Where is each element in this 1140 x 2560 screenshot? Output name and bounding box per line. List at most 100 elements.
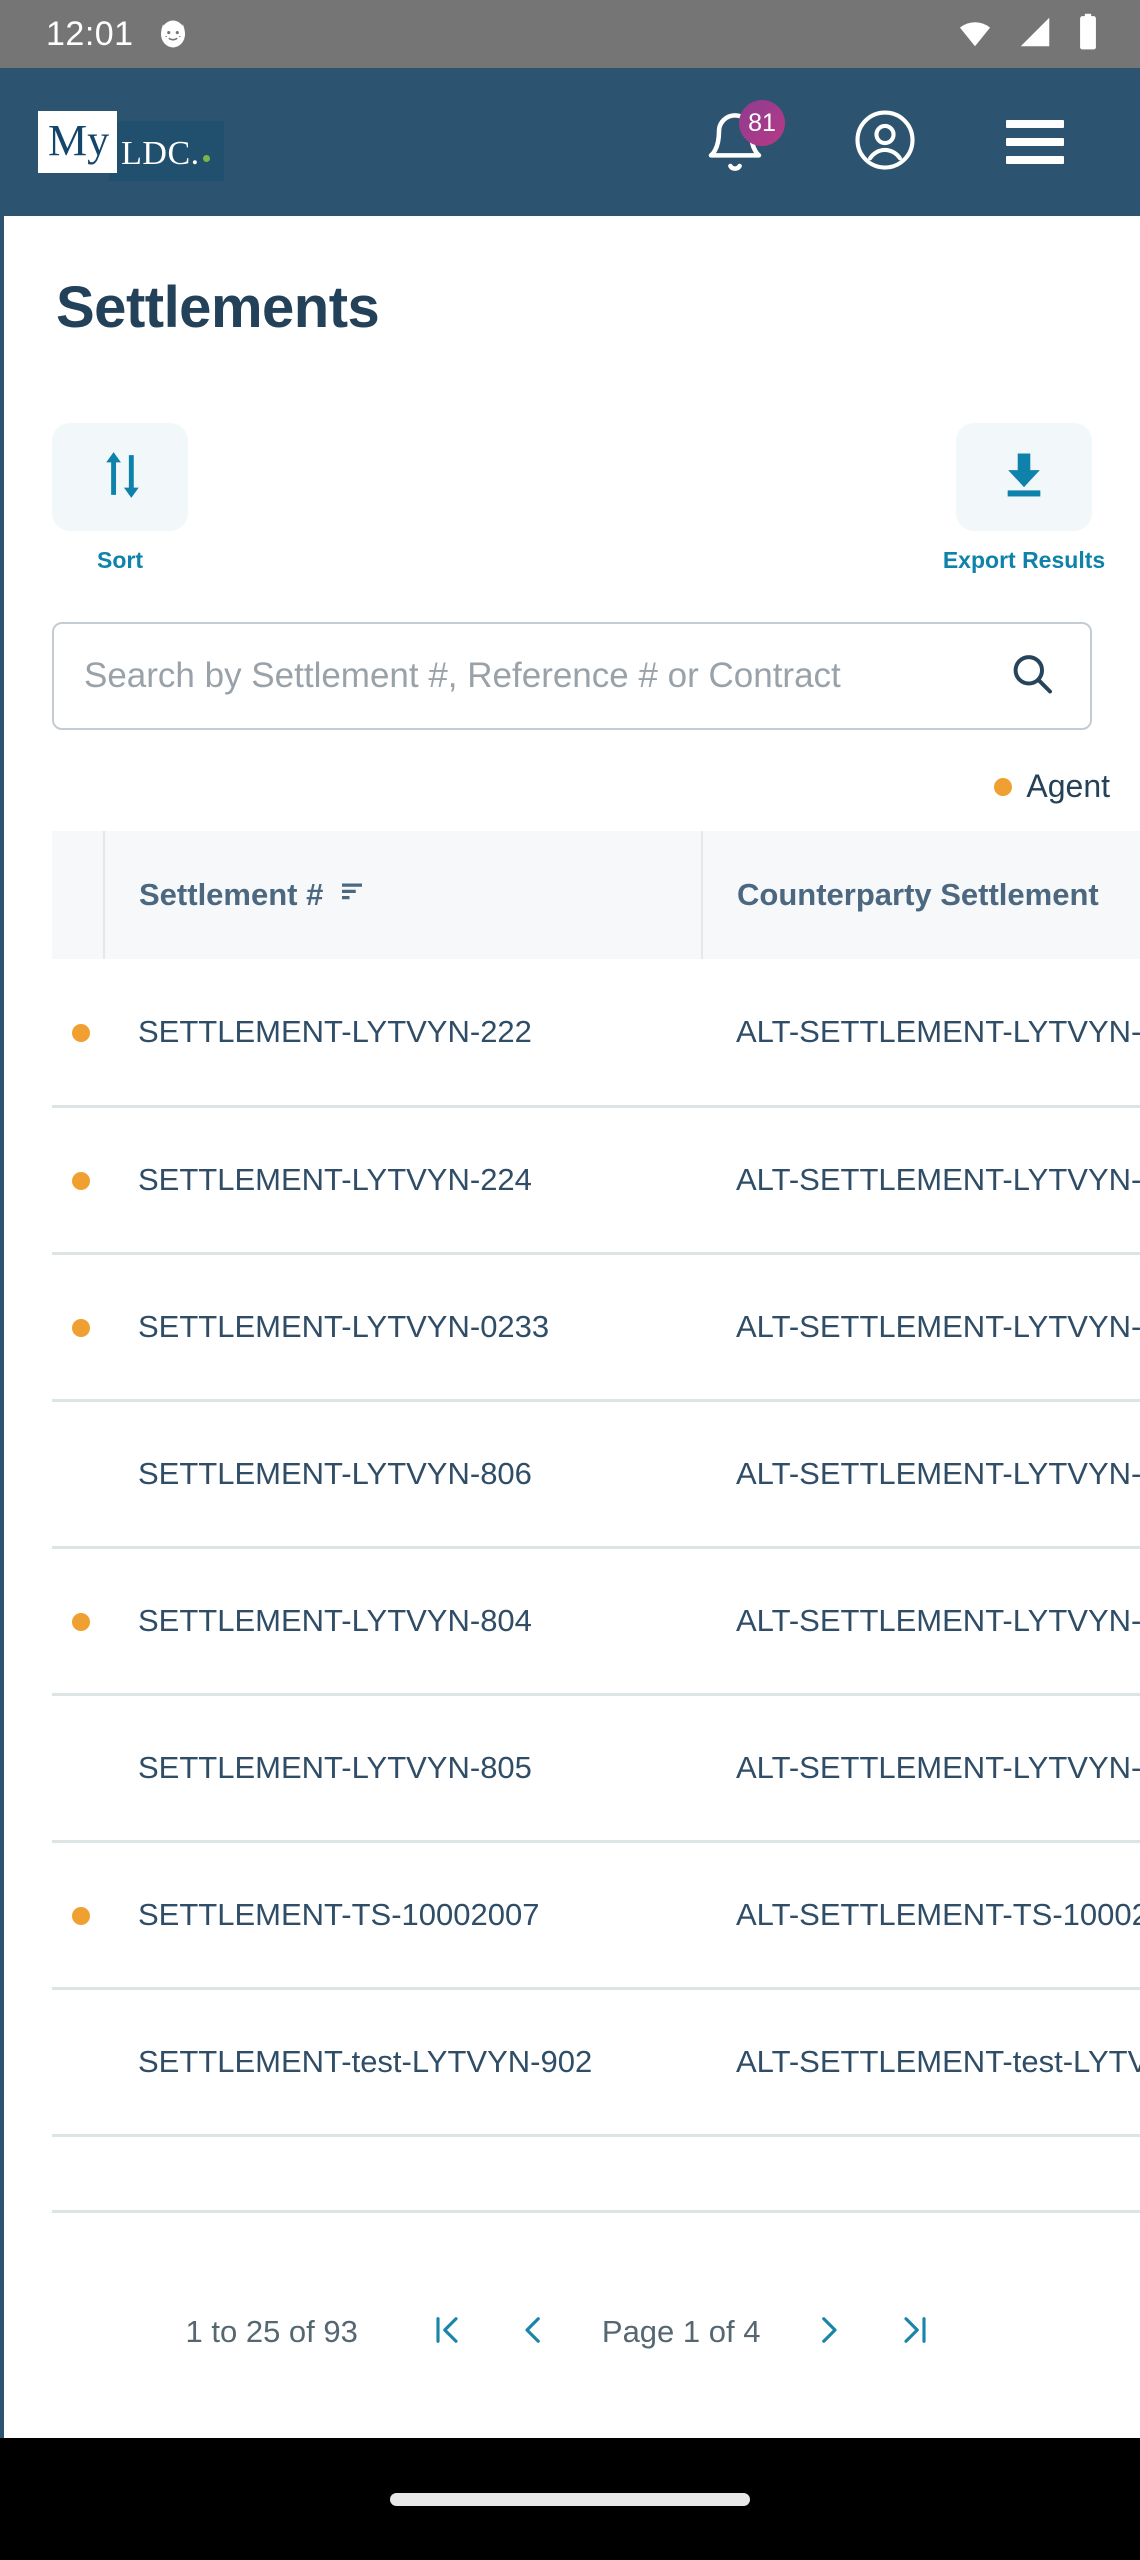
next-page-icon: [811, 2312, 847, 2351]
export-results-button[interactable]: Export Results: [943, 423, 1105, 574]
agent-dot: [72, 1023, 90, 1042]
cell-counterparty-settlement[interactable]: ALT-SETTLEMENT-LYTVYN-804: [702, 1547, 1140, 1696]
logo-ldc-text: LDC.: [121, 135, 200, 172]
agent-legend-dot: [994, 777, 1013, 796]
table-row[interactable]: [52, 2135, 1140, 2213]
cell-settlement-number[interactable]: SETTLEMENT-test-LYTVYN-902: [104, 1988, 702, 2137]
cell-counterparty-settlement[interactable]: ALT-SETTLEMENT-LYTVYN-0233: [702, 1253, 1140, 1402]
pagination-range: 1 to 25 of 93: [185, 2313, 358, 2349]
table-row[interactable]: SETTLEMENT-test-LYTVYN-902 ALT-SETTLEMENT…: [52, 1988, 1140, 2137]
cell-settlement-number[interactable]: SETTLEMENT-LYTVYN-222: [104, 959, 702, 1108]
column-header-settlement[interactable]: Settlement #: [104, 831, 703, 959]
table-header: Settlement # Counterparty Settlement: [52, 831, 1140, 959]
agent-legend-label: Agent: [1026, 768, 1110, 804]
header-actions: 81: [660, 68, 1110, 216]
export-button-tile: [956, 423, 1092, 531]
row-agent-flag: [52, 1400, 104, 1549]
cell-settlement-number[interactable]: SETTLEMENT-LYTVYN-804: [104, 1547, 702, 1696]
cell-counterparty-settlement[interactable]: ALT-SETTLEMENT-test-LYTVYN-902: [702, 1988, 1140, 2137]
table-row[interactable]: SETTLEMENT-LYTVYN-804 ALT-SETTLEMENT-LYTV…: [52, 1547, 1140, 1696]
app-header: My LDC. 81: [0, 68, 1140, 216]
table-row[interactable]: SETTLEMENT-LYTVYN-806 ALT-SETTLEMENT-LYTV…: [52, 1400, 1140, 1549]
row-agent-flag: [52, 2135, 104, 2213]
status-bar-right: [956, 13, 1100, 56]
row-agent-flag: [52, 1547, 104, 1696]
row-agent-flag: [52, 1841, 104, 1990]
hamburger-menu-icon: [1006, 120, 1064, 164]
table-row[interactable]: SETTLEMENT-LYTVYN-224 ALT-SETTLEMENT-LYTV…: [52, 1106, 1140, 1255]
table-body: SETTLEMENT-LYTVYN-222 ALT-SETTLEMENT-LYTV…: [52, 959, 1140, 2213]
search-icon[interactable]: [1008, 650, 1056, 703]
table-header-row: Settlement # Counterparty Settlement: [52, 831, 1140, 959]
column-header-flag: [52, 831, 105, 959]
column-header-settlement-label: Settlement #: [139, 877, 324, 912]
row-agent-flag: [52, 1106, 104, 1255]
first-page-button[interactable]: [404, 2297, 490, 2367]
cell-settlement-number[interactable]: SETTLEMENT-LYTVYN-806: [104, 1400, 702, 1549]
cell-counterparty-settlement[interactable]: ALT-SETTLEMENT-LYTVYN-806: [702, 1400, 1140, 1549]
menu-button[interactable]: [960, 68, 1110, 216]
row-agent-flag: [52, 1694, 104, 1843]
cell-counterparty-settlement[interactable]: ALT-SETTLEMENT-TS-10002007: [702, 1841, 1140, 1990]
search-input[interactable]: [84, 656, 998, 696]
page-content: Settlements Sort Export Results Search b…: [0, 216, 1140, 2438]
sort-descending-icon[interactable]: [337, 876, 367, 914]
account-button[interactable]: [810, 68, 960, 216]
sort-button-label: Sort: [97, 547, 143, 573]
cell-counterparty-settlement[interactable]: [702, 2135, 1140, 2213]
row-agent-flag: [52, 959, 104, 1108]
notification-badge: 81: [739, 100, 785, 146]
account-circle-icon: [852, 107, 918, 178]
last-page-icon: [897, 2312, 933, 2351]
sort-arrows-icon: [92, 447, 148, 508]
agent-dot: [72, 1612, 90, 1631]
last-page-button[interactable]: [872, 2297, 958, 2367]
table-row[interactable]: SETTLEMENT-LYTVYN-0233 ALT-SETTLEMENT-LYT…: [52, 1253, 1140, 1402]
previous-page-icon: [515, 2312, 551, 2351]
row-agent-flag: [52, 1988, 104, 2137]
cell-settlement-number[interactable]: SETTLEMENT-LYTVYN-224: [104, 1106, 702, 1255]
system-navigation-bar: [0, 2438, 1140, 2560]
sort-button[interactable]: Sort: [52, 423, 188, 574]
export-button-label: Export Results: [942, 547, 1106, 573]
settlements-table-scroll[interactable]: Settlement # Counterparty Settlement SET…: [4, 831, 1140, 2213]
table-row[interactable]: SETTLEMENT-LYTVYN-805 ALT-SETTLEMENT-LYTV…: [52, 1694, 1140, 1843]
search-box[interactable]: [52, 622, 1092, 730]
device-screen: 12:01 My LDC. 81 Settlements Sort Export…: [0, 0, 1140, 2560]
agent-dot: [72, 1171, 90, 1190]
logo-ldc-block: LDC.: [109, 121, 224, 181]
status-bar-left: 12:01: [46, 15, 190, 54]
logo-my-text: My: [38, 111, 118, 173]
table-row[interactable]: SETTLEMENT-TS-10002007 ALT-SETTLEMENT-TS-…: [52, 1841, 1140, 1990]
row-agent-flag: [52, 1253, 104, 1402]
toolbar: Sort Export Results: [4, 341, 1140, 574]
gesture-pill[interactable]: [390, 2492, 750, 2506]
logo-green-dot: [202, 155, 210, 162]
cell-settlement-number[interactable]: SETTLEMENT-TS-10002007: [104, 1841, 702, 1990]
wifi-icon: [956, 13, 994, 56]
table-row[interactable]: SETTLEMENT-LYTVYN-222 ALT-SETTLEMENT-LYTV…: [52, 959, 1140, 1108]
cell-settlement-number[interactable]: [104, 2135, 702, 2213]
cell-counterparty-settlement[interactable]: ALT-SETTLEMENT-LYTVYN-224: [702, 1106, 1140, 1255]
notifications-button[interactable]: 81: [660, 68, 810, 216]
previous-page-button[interactable]: [490, 2297, 576, 2367]
cell-counterparty-settlement[interactable]: ALT-SETTLEMENT-LYTVYN-222: [702, 959, 1140, 1108]
cell-settlement-number[interactable]: SETTLEMENT-LYTVYN-805: [104, 1694, 702, 1843]
sort-button-tile: [52, 423, 188, 531]
first-page-icon: [429, 2312, 465, 2351]
agent-dot: [72, 1906, 90, 1925]
settlements-table: Settlement # Counterparty Settlement SET…: [52, 831, 1140, 2213]
app-logo[interactable]: My LDC.: [38, 111, 224, 181]
download-icon: [996, 447, 1052, 508]
agent-dot: [72, 1318, 90, 1337]
pagination-page-label: Page 1 of 4: [601, 2313, 761, 2349]
cell-settlement-number[interactable]: SETTLEMENT-LYTVYN-0233: [104, 1253, 702, 1402]
pagination: 1 to 25 of 93 Page 1 of 4: [4, 2213, 1140, 2367]
page-title: Settlements: [56, 275, 380, 340]
column-header-counterparty[interactable]: Counterparty Settlement: [702, 831, 1140, 959]
cell-counterparty-settlement[interactable]: ALT-SETTLEMENT-LYTVYN-805: [702, 1694, 1140, 1843]
status-bar: 12:01: [0, 0, 1140, 68]
agent-legend: Agent: [52, 730, 1110, 805]
battery-icon: [1076, 13, 1100, 56]
next-page-button[interactable]: [786, 2297, 872, 2367]
